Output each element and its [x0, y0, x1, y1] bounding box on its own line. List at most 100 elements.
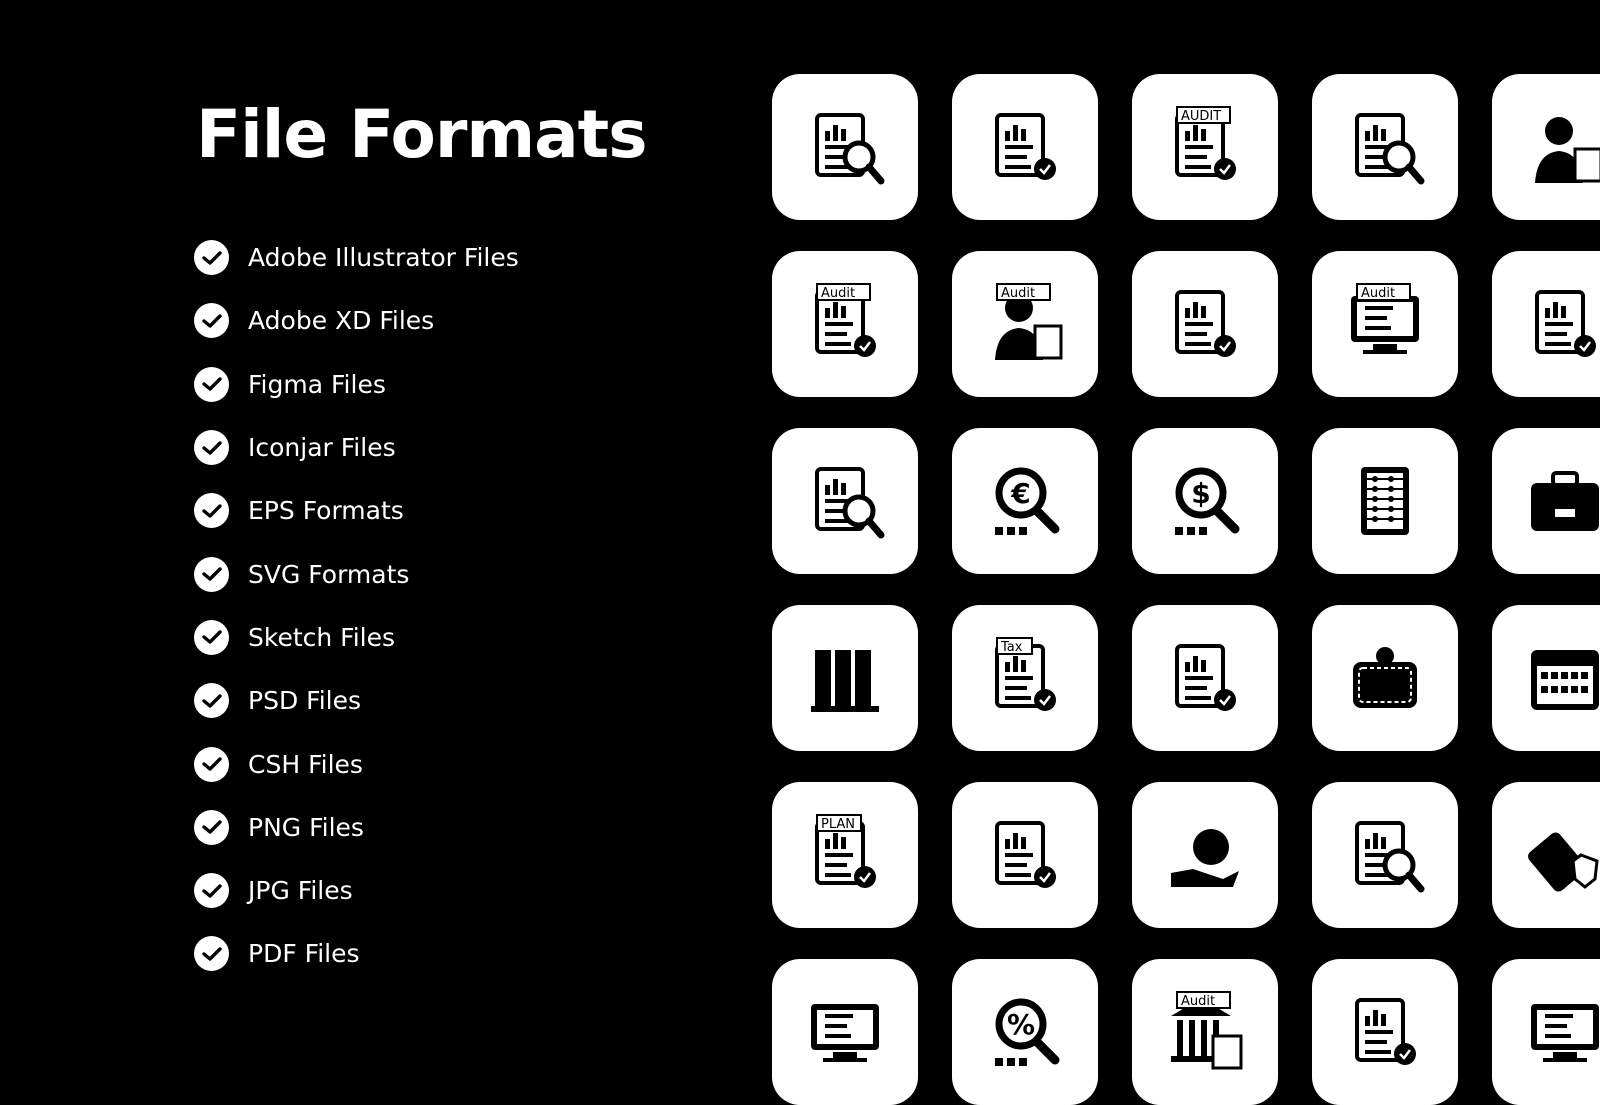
icon-tile: [772, 605, 918, 751]
check-circle-icon: [194, 683, 229, 719]
format-item: CSH Files: [194, 732, 519, 795]
format-label: PNG Files: [248, 812, 364, 842]
format-label: PSD Files: [248, 686, 362, 716]
check-circle-icon: [194, 746, 229, 782]
icon-tile: Audit: [772, 251, 918, 397]
briefcase-icon: [1531, 471, 1599, 531]
format-label: Sketch Files: [248, 622, 396, 652]
check-circle-icon: [194, 366, 229, 402]
icon-tile: [1492, 782, 1600, 928]
audit-clipboard-time-icon: Audit: [815, 283, 876, 357]
icon-tile: [1132, 251, 1278, 397]
icon-tile: Audit: [1312, 251, 1458, 397]
credit-card-search-icon: [1355, 821, 1425, 893]
page-title: File Formats: [196, 96, 648, 173]
icon-tile: AUDIT: [1132, 74, 1278, 220]
format-label: Adobe Illustrator Files: [248, 243, 519, 273]
money-bag-hand-icon: [1171, 829, 1239, 887]
svg-text:$: $: [1191, 477, 1210, 510]
icon-tile: €: [952, 428, 1098, 574]
budget-report-icon: [1535, 290, 1596, 357]
data-analysis-settings-icon: [1355, 113, 1425, 185]
icon-tile: [772, 428, 918, 574]
icon-tile: [1492, 605, 1600, 751]
format-list: Adobe Illustrator Files Adobe XD Files Fig…: [194, 226, 519, 986]
check-circle-icon: [194, 936, 229, 972]
icon-text: PLAN: [821, 817, 855, 832]
format-label: Adobe XD Files: [248, 306, 435, 336]
format-label: Figma Files: [248, 369, 386, 399]
icon-tile: Audit: [1132, 959, 1278, 1105]
icon-tile: [1492, 959, 1600, 1105]
format-item: Adobe Illustrator Files: [194, 226, 519, 289]
secure-document-search-icon: [815, 467, 885, 539]
tax-report-icon: Tax: [995, 637, 1056, 711]
format-label: Iconjar Files: [248, 433, 396, 463]
icon-tile: [1312, 428, 1458, 574]
format-item: PNG Files: [194, 796, 519, 859]
icon-text: Audit: [1001, 286, 1035, 301]
wallet-icon: [1353, 647, 1417, 708]
usb-security-icon: [1528, 832, 1599, 892]
icon-tile: [1132, 782, 1278, 928]
icon-tile: [1492, 251, 1600, 397]
svg-text:€: €: [1010, 477, 1030, 510]
icon-tile: [1492, 428, 1600, 574]
icon-tile: PLAN: [772, 782, 918, 928]
online-checklist-icon: [1531, 1004, 1599, 1062]
dollar-search-icon: $: [1175, 467, 1240, 535]
format-item: PSD Files: [194, 669, 519, 732]
format-item: PDF Files: [194, 922, 519, 985]
icon-tile: $: [1132, 428, 1278, 574]
format-item: EPS Formats: [194, 479, 519, 542]
documents-edit-icon: [1175, 644, 1236, 711]
format-item: Iconjar Files: [194, 416, 519, 479]
check-circle-icon: [194, 493, 229, 529]
format-label: EPS Formats: [248, 496, 404, 526]
icon-text: Audit: [1181, 994, 1215, 1009]
profile-document-icon: [995, 821, 1056, 888]
format-label: JPG Files: [248, 876, 353, 906]
check-circle-icon: [194, 619, 229, 655]
check-circle-icon: [194, 873, 229, 909]
check-circle-icon: [194, 240, 229, 276]
percent-search-icon: %: [995, 998, 1060, 1066]
icon-tile: Tax: [952, 605, 1098, 751]
icon-tile: [1312, 605, 1458, 751]
monitor-invoice-icon: [811, 1004, 879, 1062]
icon-tile: [1132, 605, 1278, 751]
female-auditor-icon: [1535, 117, 1600, 183]
report-analysis-icon: [815, 113, 885, 185]
document-approved-icon: [995, 113, 1056, 180]
auditor-icon: Audit: [995, 283, 1063, 360]
format-item: JPG Files: [194, 859, 519, 922]
icon-tile: [772, 959, 918, 1105]
financial-report-icon: [1175, 290, 1236, 357]
check-circle-icon: [194, 556, 229, 592]
icon-tile: %: [952, 959, 1098, 1105]
icon-tile: [952, 782, 1098, 928]
abacus-icon: [1361, 467, 1409, 535]
format-label: PDF Files: [248, 939, 360, 969]
calendar-icon: [1531, 650, 1599, 710]
icon-text: Audit: [821, 286, 855, 301]
format-item: Sketch Files: [194, 606, 519, 669]
icon-tile: [1312, 959, 1458, 1105]
icon-tile: [1492, 74, 1600, 220]
bank-audit-icon: Audit: [1171, 991, 1243, 1070]
svg-text:%: %: [1007, 1008, 1035, 1041]
icon-tile: [1312, 782, 1458, 928]
icon-text: AUDIT: [1181, 109, 1221, 124]
check-circle-icon: [194, 303, 229, 339]
format-label: SVG Formats: [248, 559, 410, 589]
format-item: Figma Files: [194, 353, 519, 416]
check-circle-icon: [194, 809, 229, 845]
format-label: CSH Files: [248, 749, 363, 779]
format-item: SVG Formats: [194, 542, 519, 605]
euro-search-icon: €: [995, 467, 1060, 535]
binders-icon: [811, 650, 879, 712]
check-circle-icon: [194, 430, 229, 466]
plan-document-icon: PLAN: [815, 814, 876, 888]
contract-scroll-icon: [1355, 998, 1416, 1065]
icon-tile: [772, 74, 918, 220]
